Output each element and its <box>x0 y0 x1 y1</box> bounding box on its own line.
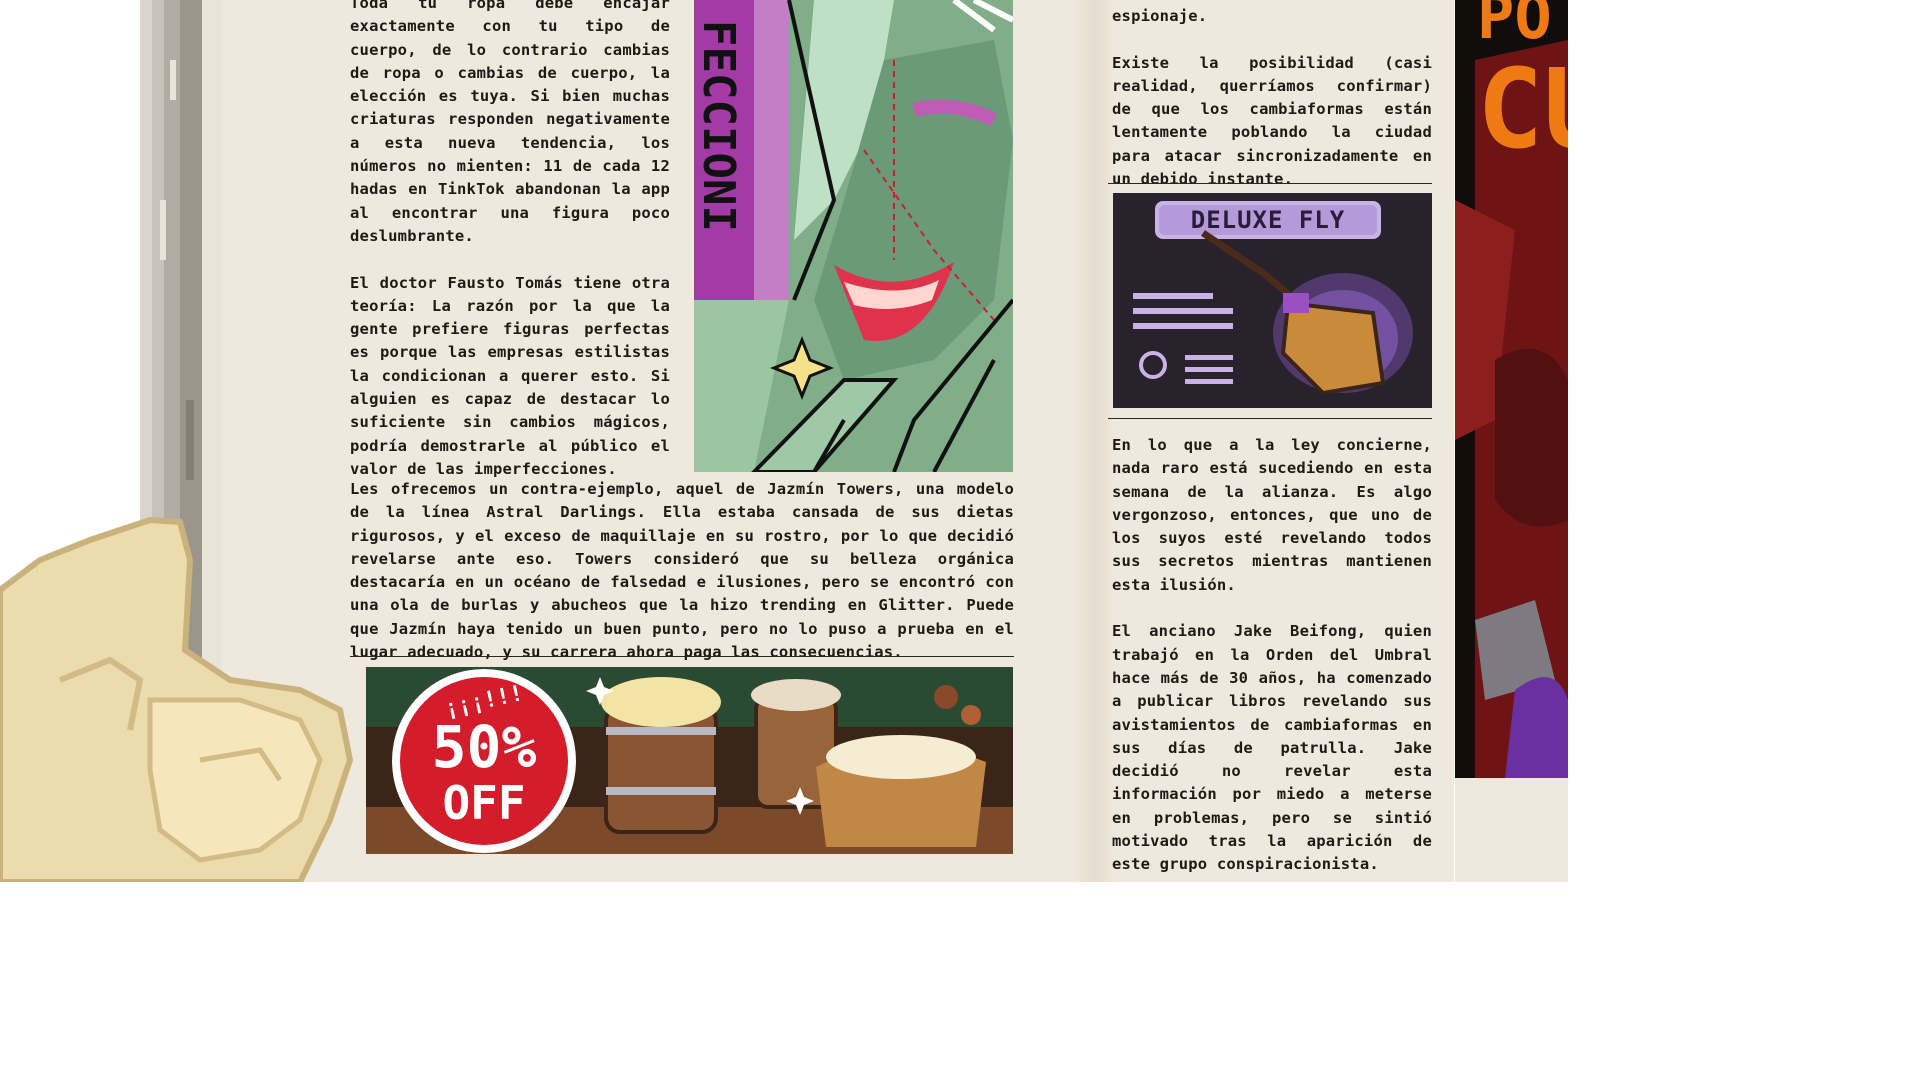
article-paragraph: En lo que a la ley concierne, nada raro … <box>1112 436 1432 594</box>
article-paragraph: Toda tu ropa debe encajar exactamente co… <box>350 0 670 245</box>
poster-bottom-paper <box>1455 778 1568 882</box>
article-paragraph: El doctor Fausto Tomás tiene otra teoría… <box>350 273 670 478</box>
discount-percent: 50% <box>431 713 537 781</box>
tavern-sale-ad: ¡¡¡!!! 50% OFF <box>366 667 1013 854</box>
article-paragraph: Les ofrecemos un contra-ejemplo, aquel d… <box>350 480 1014 662</box>
article-paragraph: espionaje. <box>1112 7 1208 25</box>
thumb-illustration <box>0 516 354 882</box>
broom-ad-title: DELUXE FLY <box>1190 206 1346 234</box>
article-paragraph: Existe la posibilidad (casi realidad, qu… <box>1112 53 1432 189</box>
poster-title-line-1: PO <box>1477 0 1552 53</box>
column-divider-line <box>1108 183 1432 184</box>
comic-illustration-panel: FECCIONI <box>694 0 1013 472</box>
discount-off-label: OFF <box>442 776 526 830</box>
column-divider-line <box>350 656 1014 657</box>
deluxe-fly-broom-ad: DELUXE FLY <box>1113 193 1432 408</box>
newspaper-fold <box>1075 0 1115 882</box>
comic-side-text: FECCIONI <box>694 20 744 232</box>
article-paragraph: El anciano Jake Beifong, quien trabajó e… <box>1112 622 1432 874</box>
article-column-right-top: espionaje. Existe la posibilidad (casi r… <box>1112 5 1432 191</box>
article-column-left-bottom: Les ofrecemos un contra-ejemplo, aquel d… <box>350 478 1014 664</box>
poster-title-line-2: CU <box>1477 45 1568 173</box>
article-column-left-top: Toda tu ropa debe encajar exactamente co… <box>350 0 670 481</box>
side-poster: PO CU <box>1455 0 1568 778</box>
article-column-right-bottom: En lo que a la ley concierne, nada raro … <box>1112 434 1432 877</box>
column-divider-line <box>1108 418 1432 419</box>
comic-woman-illustration: FECCIONI <box>694 0 1013 472</box>
